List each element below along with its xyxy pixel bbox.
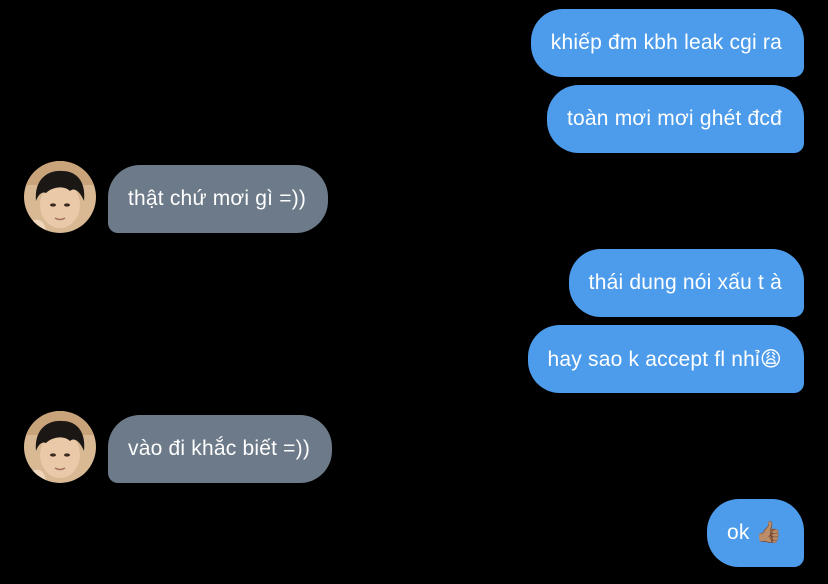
- received-message-bubble[interactable]: thật chứ mơi gì =)): [108, 165, 329, 233]
- avatar-photo-icon: [24, 161, 96, 233]
- sent-message-bubble[interactable]: toàn mơi mơi ghét đcđ: [547, 85, 804, 153]
- contact-avatar[interactable]: [24, 411, 96, 483]
- sent-message-bubble[interactable]: hay sao k accept fl nhỉ😩: [527, 325, 804, 393]
- avatar-photo-icon: [24, 411, 96, 483]
- sent-message-bubble[interactable]: thái dung nói xấu t à: [568, 249, 804, 317]
- message-text: toàn mơi mơi ghét đcđ: [567, 107, 782, 130]
- message-text: khiếp đm kbh leak cgi ra: [550, 31, 782, 54]
- message-text: thật chứ mơi gì =)): [128, 187, 307, 210]
- received-message-bubble[interactable]: vào đi khắc biết =)): [108, 415, 333, 483]
- sent-message-bubble[interactable]: ok 👍🏽: [707, 499, 804, 567]
- message-text: hay sao k accept fl nhỉ😩: [547, 347, 782, 371]
- message-text: vào đi khắc biết =)): [128, 437, 311, 460]
- sent-message-bubble[interactable]: khiếp đm kbh leak cgi ra: [530, 9, 804, 77]
- contact-avatar[interactable]: [24, 161, 96, 233]
- message-text: thái dung nói xấu t à: [588, 271, 782, 294]
- message-text: ok 👍🏽: [727, 521, 782, 544]
